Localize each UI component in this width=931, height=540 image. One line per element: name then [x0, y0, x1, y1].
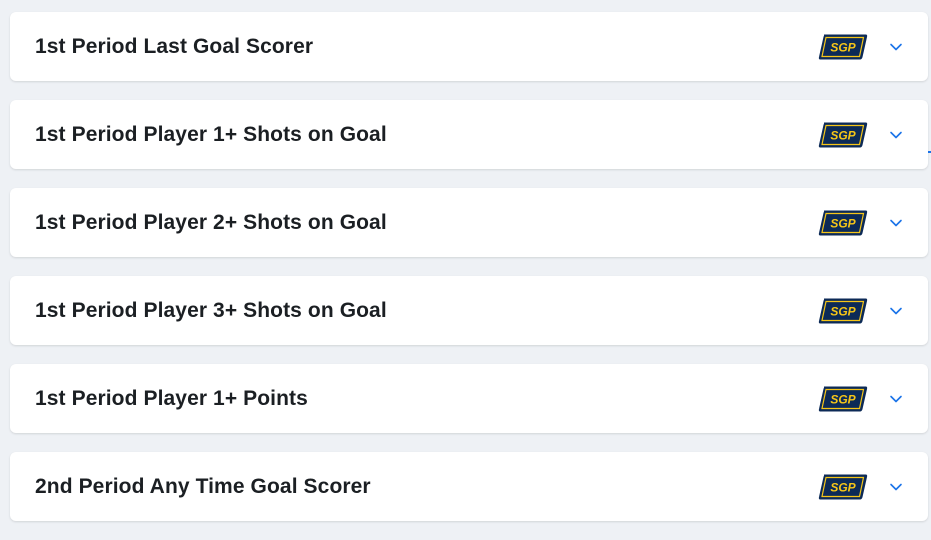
chevron-down-icon[interactable]	[888, 215, 904, 231]
sgp-badge-label: SGP	[830, 480, 856, 494]
market-title: 1st Period Player 3+ Shots on Goal	[35, 298, 387, 322]
market-accordion[interactable]: 2nd Period Any Time Goal Scorer SGP	[10, 452, 928, 521]
sgp-badge-label: SGP	[830, 216, 856, 230]
sgp-badge-icon: SGP	[818, 386, 868, 411]
market-title: 1st Period Player 1+ Shots on Goal	[35, 122, 387, 146]
market-accordion[interactable]: 1st Period Player 3+ Shots on Goal SGP	[10, 276, 928, 345]
market-title: 1st Period Player 2+ Shots on Goal	[35, 210, 387, 234]
chevron-down-icon[interactable]	[888, 479, 904, 495]
sgp-badge-icon: SGP	[818, 210, 868, 235]
sgp-badge-label: SGP	[830, 392, 856, 406]
market-title: 1st Period Player 1+ Points	[35, 386, 308, 410]
market-list: 1st Period Last Goal Scorer SGP 1st Peri…	[10, 12, 928, 540]
sgp-badge-icon: SGP	[818, 474, 868, 499]
sgp-badge-label: SGP	[830, 304, 856, 318]
market-accordion[interactable]: 1st Period Player 1+ Points SGP	[10, 364, 928, 433]
market-accordion[interactable]: 1st Period Player 1+ Shots on Goal SGP	[10, 100, 928, 169]
chevron-down-icon[interactable]	[888, 391, 904, 407]
market-accordion[interactable]: 1st Period Last Goal Scorer SGP	[10, 12, 928, 81]
sgp-badge-icon: SGP	[818, 34, 868, 59]
chevron-down-icon[interactable]	[888, 127, 904, 143]
sgp-badge-icon: SGP	[818, 298, 868, 323]
market-title: 1st Period Last Goal Scorer	[35, 34, 314, 58]
chevron-down-icon[interactable]	[888, 39, 904, 55]
sgp-badge-label: SGP	[830, 128, 856, 142]
sgp-badge-label: SGP	[830, 40, 856, 54]
chevron-down-icon[interactable]	[888, 303, 904, 319]
market-title: 2nd Period Any Time Goal Scorer	[35, 474, 371, 498]
sgp-badge-icon: SGP	[818, 122, 868, 147]
market-accordion[interactable]: 1st Period Player 2+ Shots on Goal SGP	[10, 188, 928, 257]
